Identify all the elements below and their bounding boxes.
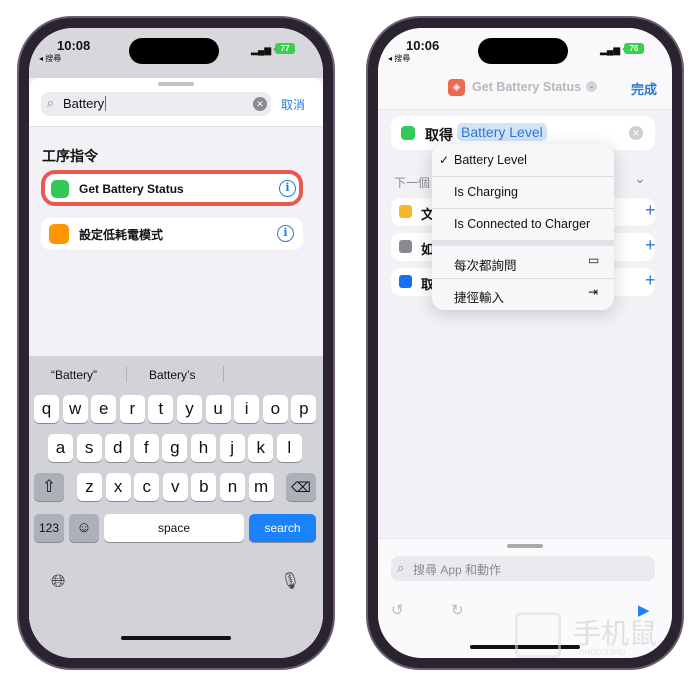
suggestion[interactable]: “Battery” bbox=[51, 368, 97, 382]
search-icon: ⌕ bbox=[47, 95, 55, 110]
key-z[interactable]: z bbox=[77, 473, 102, 501]
watermark-sub: SHOUJISHU bbox=[579, 648, 626, 657]
menu-item-ask-each-time[interactable]: 每次都詢問 bbox=[454, 255, 517, 274]
left-phone: 10:08 ◂ 搜尋 ▂▄▆ ◠ 77 ⌕ Battery ✕ 取消 工序指令 … bbox=[17, 16, 335, 670]
key-q[interactable]: q bbox=[34, 395, 59, 423]
clear-icon[interactable]: ✕ bbox=[253, 97, 267, 111]
key-s[interactable]: s bbox=[76, 434, 102, 462]
key-a[interactable]: a bbox=[48, 434, 73, 462]
dynamic-island bbox=[129, 38, 219, 64]
key-f[interactable]: f bbox=[133, 434, 159, 462]
add-icon[interactable]: + bbox=[645, 200, 656, 221]
low-power-icon bbox=[49, 224, 69, 244]
battery-action-icon bbox=[401, 126, 415, 140]
info-icon[interactable]: i bbox=[277, 225, 294, 242]
search-key[interactable]: search bbox=[249, 514, 316, 542]
key-l[interactable]: l bbox=[276, 434, 302, 462]
search-icon: ⌕ bbox=[397, 560, 405, 575]
keyboard: “Battery” Battery’s qwertyuiop asdfghjkl z… bbox=[29, 356, 323, 658]
action-verb: 取得 bbox=[425, 127, 453, 143]
search-text: Battery bbox=[63, 96, 107, 111]
key-m[interactable]: m bbox=[248, 473, 274, 501]
section-header: 工序指令 bbox=[42, 148, 98, 164]
clear-icon[interactable]: ✕ bbox=[629, 126, 643, 140]
key-t[interactable]: t bbox=[148, 395, 174, 423]
key-x[interactable]: x bbox=[105, 473, 131, 501]
drawer-handle[interactable] bbox=[507, 544, 543, 548]
numbers-key[interactable]: 123 bbox=[34, 514, 64, 542]
menu-item-is-charging[interactable]: Is Charging bbox=[454, 185, 518, 199]
shortcut-title[interactable]: Get Battery Status bbox=[472, 80, 581, 94]
microphone-icon[interactable]: 🎙︎ bbox=[280, 571, 300, 591]
key-y[interactable]: y bbox=[177, 395, 202, 423]
done-button[interactable]: 完成 bbox=[631, 79, 657, 98]
shift-key[interactable]: ⇧ bbox=[34, 473, 64, 501]
result-label: 設定低耗電模式 bbox=[79, 228, 164, 242]
globe-icon[interactable]: 🌐︎ bbox=[51, 571, 65, 592]
battery-action-icon bbox=[51, 180, 69, 198]
add-icon[interactable]: + bbox=[645, 235, 656, 256]
redo-icon[interactable]: ↻ bbox=[451, 601, 464, 619]
key-c[interactable]: c bbox=[134, 473, 160, 501]
chevron-down-icon[interactable]: ⌄ bbox=[634, 170, 646, 187]
search-placeholder: 搜尋 App 和動作 bbox=[413, 563, 502, 577]
key-i[interactable]: i bbox=[234, 395, 260, 423]
result-label: Get Battery Status bbox=[79, 182, 184, 196]
info-icon[interactable]: i bbox=[279, 180, 296, 197]
sheet-handle[interactable] bbox=[158, 82, 194, 86]
menu-item-is-connected[interactable]: Is Connected to Charger bbox=[454, 217, 590, 231]
right-phone: 10:06 ◂ 搜尋 ▂▄▆ ◠ 76 ◈ Get Battery Status… bbox=[366, 16, 684, 670]
key-e[interactable]: e bbox=[91, 395, 117, 423]
key-p[interactable]: p bbox=[291, 395, 317, 423]
key-v[interactable]: v bbox=[162, 473, 188, 501]
right-screen: 10:06 ◂ 搜尋 ▂▄▆ ◠ 76 ◈ Get Battery Status… bbox=[378, 28, 672, 658]
key-b[interactable]: b bbox=[191, 473, 217, 501]
result-low-power-mode[interactable]: 設定低耗電模式 i bbox=[41, 218, 303, 250]
key-r[interactable]: r bbox=[119, 395, 145, 423]
cancel-button[interactable]: 取消 bbox=[281, 96, 305, 113]
suggestion[interactable]: Battery’s bbox=[149, 368, 195, 382]
battery-indicator: 77 bbox=[275, 43, 295, 54]
clock: 10:08 bbox=[57, 38, 91, 53]
space-key[interactable]: space bbox=[104, 514, 244, 542]
result-get-battery-status[interactable]: Get Battery Status i bbox=[41, 170, 303, 206]
key-n[interactable]: n bbox=[220, 473, 245, 501]
back-to-search[interactable]: ◂ 搜尋 bbox=[39, 53, 61, 64]
menu-item-shortcut-input[interactable]: 捷徑輸入 bbox=[454, 287, 504, 306]
back-to-search[interactable]: ◂ 搜尋 bbox=[388, 53, 410, 64]
emoji-key[interactable]: ☺ bbox=[69, 514, 99, 542]
battery-indicator: 76 bbox=[624, 43, 644, 54]
search-input[interactable]: ⌕ Battery ✕ bbox=[41, 92, 271, 116]
key-j[interactable]: j bbox=[219, 434, 245, 462]
left-screen: 10:08 ◂ 搜尋 ▂▄▆ ◠ 77 ⌕ Battery ✕ 取消 工序指令 … bbox=[29, 28, 323, 658]
shortcut-icon: ◈ bbox=[448, 79, 465, 96]
watermark-brand: 手机鼠 bbox=[573, 618, 658, 649]
delete-key[interactable]: ⌫ bbox=[286, 473, 316, 501]
next-actions-label: 下一個 bbox=[394, 176, 431, 190]
key-k[interactable]: k bbox=[248, 434, 274, 462]
key-u[interactable]: u bbox=[205, 395, 231, 423]
parameter-menu: ✓ Battery Level Is Charging Is Connected… bbox=[432, 144, 614, 310]
key-d[interactable]: d bbox=[105, 434, 131, 462]
chevron-down-icon[interactable]: ⌄ bbox=[586, 81, 597, 92]
checkmark-icon: ✓ bbox=[439, 153, 450, 167]
clock: 10:06 bbox=[406, 38, 440, 53]
home-indicator bbox=[121, 636, 231, 640]
key-o[interactable]: o bbox=[262, 395, 288, 423]
actions-search-input[interactable]: ⌕ 搜尋 App 和動作 bbox=[391, 556, 655, 581]
parameter-token[interactable]: Battery Level bbox=[457, 123, 547, 141]
key-g[interactable]: g bbox=[162, 434, 188, 462]
key-w[interactable]: w bbox=[62, 395, 88, 423]
add-icon[interactable]: + bbox=[645, 270, 656, 291]
undo-icon[interactable]: ↺ bbox=[391, 601, 404, 619]
input-icon: ⇥ bbox=[588, 285, 599, 299]
key-h[interactable]: h bbox=[191, 434, 216, 462]
dynamic-island bbox=[478, 38, 568, 64]
message-icon: ▭ bbox=[588, 253, 600, 267]
menu-item-battery-level[interactable]: Battery Level bbox=[454, 153, 527, 167]
